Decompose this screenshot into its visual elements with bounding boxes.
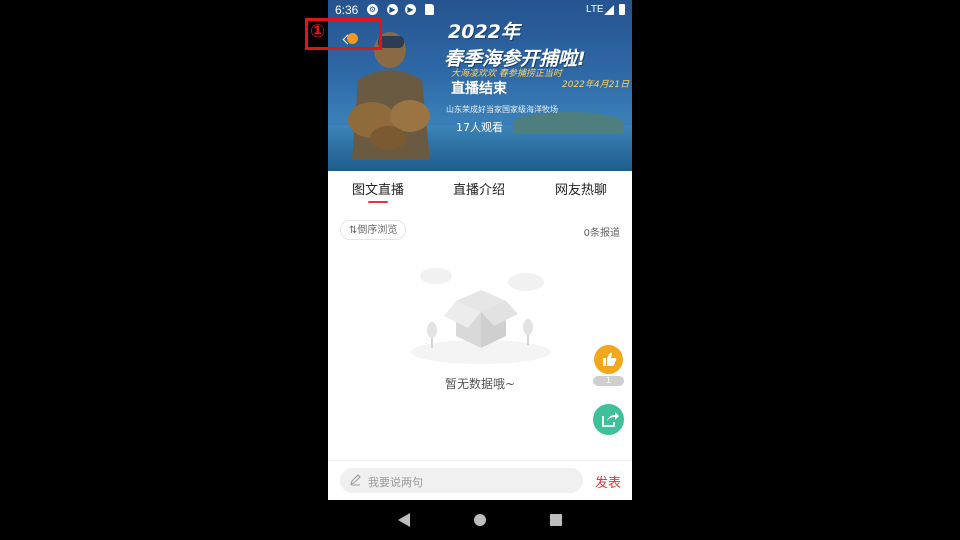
comment-bar: 我要说两句 发表 — [328, 460, 632, 501]
nav-back-icon[interactable] — [398, 513, 410, 527]
live-status: 直播结束 — [451, 81, 507, 97]
settings-icon: ⚙ — [367, 4, 378, 15]
annotation-number: ① — [310, 21, 326, 42]
banner-date: 2022年4月21日 — [562, 80, 630, 90]
status-bar: 6:36 ⚙ ▶ ▶ LTE — [328, 0, 632, 20]
like-count: 1 — [593, 376, 624, 386]
active-tab-indicator — [368, 201, 388, 203]
sort-label: 倒序浏览 — [357, 225, 398, 236]
pencil-icon — [350, 474, 361, 486]
play-icon: ▶ — [405, 4, 416, 15]
tab-live-intro[interactable]: 直播介绍 — [453, 179, 505, 198]
tab-chat[interactable]: 网友热聊 — [555, 179, 607, 198]
comment-input[interactable]: 我要说两句 — [340, 468, 583, 493]
banner-headline: 2022年 春季海参开捕啦! — [444, 17, 586, 71]
tab-graphic-live[interactable]: 图文直播 — [352, 179, 404, 198]
tab-bar: 图文直播 直播介绍 网友热聊 — [328, 171, 632, 207]
venue-text: 山东荣成好当家国家级海洋牧场 — [446, 105, 558, 114]
nav-recents-icon[interactable] — [550, 514, 562, 526]
empty-box-illustration — [411, 268, 551, 364]
share-icon — [602, 412, 619, 427]
publish-button[interactable]: 发表 — [595, 472, 621, 491]
sort-button[interactable]: ⇅倒序浏览 — [340, 220, 407, 240]
battery-icon — [619, 4, 625, 15]
empty-state-text: 暂无数据哦~ — [444, 377, 516, 391]
thumbs-up-icon — [603, 352, 617, 366]
signal-icon — [604, 5, 614, 15]
share-button[interactable] — [593, 404, 624, 435]
system-nav-bar — [328, 500, 632, 540]
status-time: 6:36 — [335, 3, 359, 17]
comment-placeholder: 我要说两句 — [368, 476, 423, 489]
banner-island — [513, 112, 623, 134]
network-type: LTE — [586, 4, 604, 15]
viewer-count: 17人观看 — [456, 121, 503, 134]
report-count: 0条报道 — [583, 228, 620, 239]
like-button[interactable] — [594, 345, 623, 374]
media-icon: ▶ — [387, 4, 398, 15]
nav-home-icon[interactable] — [474, 514, 486, 526]
headline-year: 2022年 — [448, 21, 520, 43]
phone-screen: 2022年 春季海参开捕啦! 大海凌欢欢 春参捕捞正当时 2022年4月21日 … — [328, 0, 632, 540]
sd-card-icon — [425, 4, 434, 15]
